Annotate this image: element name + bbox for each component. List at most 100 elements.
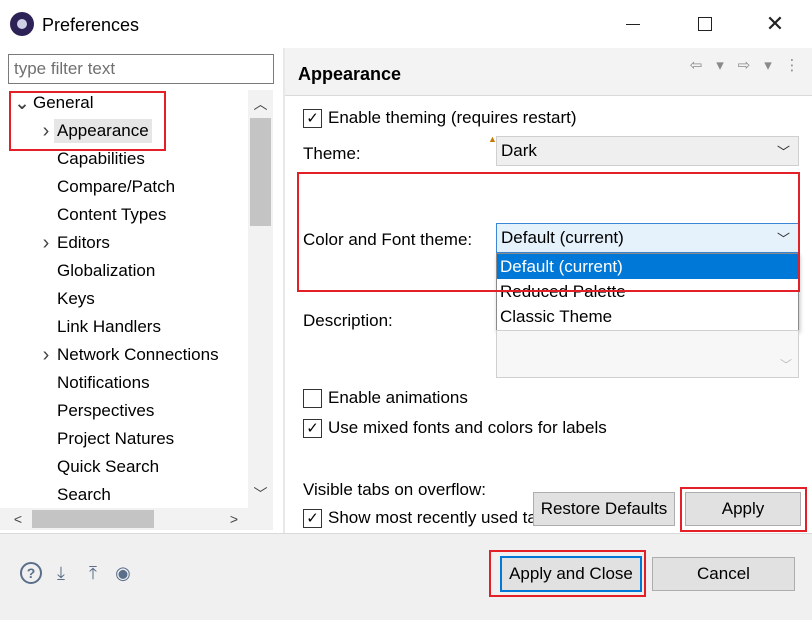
scroll-down-icon[interactable]: ﹀ bbox=[248, 482, 273, 506]
tree-item-label: Keys bbox=[57, 289, 95, 308]
tree-item-label: Quick Search bbox=[57, 457, 160, 476]
tree-item-label: Perspectives bbox=[57, 401, 155, 420]
import-icon[interactable]: ⤓ bbox=[50, 562, 72, 584]
export-icon[interactable]: ⤒ bbox=[82, 562, 104, 584]
tree-item[interactable]: Search bbox=[38, 482, 114, 508]
tree-item[interactable]: ⌄ General bbox=[14, 90, 96, 116]
forward-menu-chevron-icon[interactable]: ▾ bbox=[759, 56, 777, 74]
close-button[interactable]: ✕ bbox=[752, 8, 798, 40]
view-menu-icon[interactable]: ⋮ bbox=[783, 56, 801, 74]
back-arrow-icon[interactable]: ⇦ bbox=[687, 56, 705, 74]
tree-item[interactable]: Quick Search bbox=[38, 454, 162, 480]
tree-item[interactable]: › Editors bbox=[38, 230, 113, 256]
close-icon: ✕ bbox=[765, 11, 785, 36]
maximize-icon bbox=[698, 17, 712, 31]
chevron-down-icon: ﹀ bbox=[776, 144, 790, 160]
dialog-footer: ? ⤓ ⤒ ◉ Apply and Close Cancel bbox=[0, 533, 812, 620]
page-navigation: ⇦ ▾ ⇨ ▾ ⋮ bbox=[687, 56, 801, 74]
mixed-fonts-label: Use mixed fonts and colors for labels bbox=[328, 418, 607, 437]
record-icon[interactable]: ◉ bbox=[112, 562, 134, 584]
page-header: Appearance ⇦ ▾ ⇨ ▾ ⋮ bbox=[285, 48, 812, 96]
color-font-theme-label: Color and Font theme: bbox=[303, 230, 473, 249]
page-title: Appearance bbox=[298, 64, 402, 84]
tree-item[interactable]: › Network Connections bbox=[38, 342, 222, 368]
chevron-down-icon[interactable]: ⌄ bbox=[14, 93, 30, 114]
filter-input[interactable] bbox=[8, 54, 274, 84]
dropdown-option[interactable]: Classic Theme bbox=[497, 304, 798, 329]
dropdown-option[interactable]: Default (current) bbox=[497, 254, 798, 279]
cancel-button[interactable]: Cancel bbox=[652, 557, 795, 591]
show-recent-tabs-checkbox[interactable]: ✓ bbox=[303, 508, 322, 528]
tree-item[interactable]: Keys bbox=[38, 286, 98, 312]
tree-item[interactable]: Perspectives bbox=[38, 398, 157, 424]
enable-theming-checkbox[interactable]: ✓ bbox=[303, 108, 322, 128]
tree-item-label: Capabilities bbox=[57, 149, 145, 168]
color-font-theme-combo[interactable]: Default (current) ﹀ bbox=[496, 223, 799, 253]
back-menu-chevron-icon[interactable]: ▾ bbox=[711, 56, 729, 74]
title-bar: Preferences ✕ bbox=[0, 0, 812, 48]
theme-label: Theme: bbox=[303, 144, 361, 163]
description-box: ﹀ bbox=[496, 330, 799, 378]
minimize-button[interactable] bbox=[610, 8, 656, 40]
tree-item[interactable]: › Appearance bbox=[38, 118, 152, 144]
mixed-fonts-checkbox[interactable]: ✓ bbox=[303, 418, 322, 438]
tree-item-label: Appearance bbox=[54, 119, 152, 143]
color-font-theme-value: Default (current) bbox=[501, 228, 624, 247]
preference-tree: ⌄ General › Appearance Capabilities Compare/P… bbox=[0, 90, 248, 508]
description-label: Description: bbox=[303, 311, 393, 330]
tree-item-label: Project Natures bbox=[57, 429, 175, 448]
show-recent-tabs-row[interactable]: ✓ Show most recently used tabs bbox=[303, 508, 555, 528]
restore-defaults-button[interactable]: Restore Defaults bbox=[533, 492, 675, 526]
apply-button[interactable]: Apply bbox=[685, 492, 801, 526]
scroll-down-icon: ﹀ bbox=[779, 358, 792, 372]
theme-combo[interactable]: Dark ﹀ bbox=[496, 136, 799, 166]
restart-warning-icon: ▲ bbox=[488, 134, 497, 144]
scroll-thumb[interactable] bbox=[250, 118, 271, 226]
tree-item[interactable]: Globalization bbox=[38, 258, 158, 284]
chevron-right-icon[interactable]: › bbox=[38, 120, 54, 143]
help-icon[interactable]: ? bbox=[20, 562, 42, 584]
tree-item-label: Content Types bbox=[57, 205, 167, 224]
tree-item[interactable]: Link Handlers bbox=[38, 314, 164, 340]
window-title: Preferences bbox=[42, 15, 140, 35]
show-recent-tabs-label: Show most recently used tabs bbox=[328, 508, 555, 527]
tree-item-label: Globalization bbox=[57, 261, 156, 280]
tree-horizontal-scrollbar[interactable]: < > bbox=[0, 508, 273, 530]
mixed-fonts-row[interactable]: ✓ Use mixed fonts and colors for labels bbox=[303, 418, 607, 438]
scroll-up-icon[interactable]: ︿ bbox=[248, 92, 273, 116]
visible-tabs-label: Visible tabs on overflow: bbox=[303, 480, 487, 499]
tree-item-label: Network Connections bbox=[57, 345, 219, 364]
minimize-icon bbox=[626, 23, 640, 25]
preference-tree-pane: ⌄General›AppearanceCapabilitiesCompare/P… bbox=[0, 48, 283, 533]
tree-item-label: General bbox=[33, 93, 94, 112]
tree-item-label: Search bbox=[57, 485, 111, 504]
tree-item-label: Editors bbox=[57, 233, 110, 252]
scroll-right-icon[interactable]: > bbox=[222, 508, 246, 530]
eclipse-app-icon bbox=[10, 12, 34, 36]
enable-animations-checkbox[interactable] bbox=[303, 388, 322, 408]
tree-item[interactable]: Notifications bbox=[38, 370, 153, 396]
tree-vertical-scrollbar[interactable]: ︿ ﹀ bbox=[248, 90, 273, 508]
tree-item[interactable]: Capabilities bbox=[38, 146, 148, 172]
enable-theming-label: Enable theming (requires restart) bbox=[328, 108, 577, 127]
chevron-down-icon: ﹀ bbox=[776, 231, 790, 247]
tree-item[interactable]: Project Natures bbox=[38, 426, 177, 452]
hscroll-thumb[interactable] bbox=[32, 510, 154, 528]
enable-theming-row[interactable]: ✓ Enable theming (requires restart) bbox=[303, 108, 577, 128]
tree-item[interactable]: Content Types bbox=[38, 202, 169, 228]
chevron-right-icon[interactable]: › bbox=[38, 344, 54, 367]
forward-arrow-icon[interactable]: ⇨ bbox=[735, 56, 753, 74]
preference-page: Appearance ⇦ ▾ ⇨ ▾ ⋮ ✓ Enable theming (r… bbox=[285, 48, 812, 533]
tree-item-label: Notifications bbox=[57, 373, 150, 392]
scroll-left-icon[interactable]: < bbox=[6, 508, 30, 530]
tree-item[interactable]: Compare/Patch bbox=[38, 174, 178, 200]
theme-value: Dark bbox=[501, 141, 537, 160]
maximize-button[interactable] bbox=[682, 8, 728, 40]
dropdown-option[interactable]: Reduced Palette bbox=[497, 279, 798, 304]
chevron-right-icon[interactable]: › bbox=[38, 232, 54, 255]
tree-item-label: Compare/Patch bbox=[57, 177, 176, 196]
tree-item-label: Link Handlers bbox=[57, 317, 161, 336]
enable-animations-row[interactable]: Enable animations bbox=[303, 388, 468, 408]
enable-animations-label: Enable animations bbox=[328, 388, 468, 407]
apply-and-close-button[interactable]: Apply and Close bbox=[500, 556, 642, 592]
